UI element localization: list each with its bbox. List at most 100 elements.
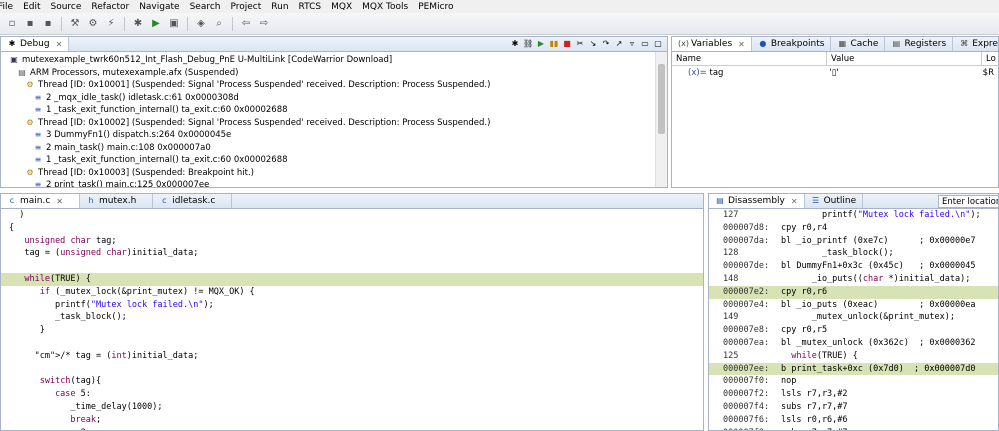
- debug-tree-label: 2 _mqx_idle_task() idletask.c:61 0x00003…: [46, 92, 239, 103]
- tab-variables[interactable]: (x) Variables ✕: [672, 37, 752, 51]
- disconnect-icon[interactable]: ✂: [575, 39, 585, 49]
- disassembly-instruction: _mutex_unlock(&print_mutex);: [781, 312, 955, 323]
- disassembly-tabstrip: ▤ Disassembly ✕ ☰Outline Enter location h: [709, 194, 998, 209]
- close-icon[interactable]: ✕: [791, 197, 798, 206]
- clean-icon[interactable]: ⚙: [85, 16, 101, 32]
- disassembly-line: 000007ee: b print_task+0xc (0x7d0) ; 0x00…: [709, 362, 998, 376]
- step-over-icon[interactable]: ↷: [601, 39, 611, 49]
- disassembly-instruction: b print_task+0xc (0x7d0) ; 0x000007d0: [781, 363, 976, 374]
- menu-edit[interactable]: Edit: [18, 2, 45, 12]
- variable-row[interactable]: (x)= tag '▯' $R: [672, 66, 998, 79]
- disassembly-line: 000007f2: lsls r7,r3,#2: [709, 388, 998, 401]
- disassembly-address: 128: [723, 248, 739, 259]
- tab-label: idletask.c: [172, 196, 216, 206]
- disassembly-address: 000007d8:: [723, 222, 770, 233]
- debug-tree-item[interactable]: ≡ 2 print_task() main.c:125 0x000007ee: [9, 179, 667, 187]
- tab-main-c[interactable]: c main.c ✕: [1, 194, 80, 208]
- menu-mqx-tools[interactable]: MQX Tools: [357, 2, 413, 12]
- menu-run[interactable]: Run: [266, 2, 293, 12]
- run-icon[interactable]: ▶: [148, 16, 164, 32]
- terminate-icon[interactable]: ■: [562, 39, 572, 49]
- debug-scrollbar[interactable]: [655, 52, 667, 187]
- save-all-icon[interactable]: ▪: [40, 16, 56, 32]
- search-icon[interactable]: ⌕: [211, 16, 227, 32]
- flash-icon[interactable]: ⚡: [103, 16, 119, 32]
- minimize-icon[interactable]: ▭: [640, 39, 650, 49]
- debug-tree-item[interactable]: ▣ mutexexample_twrk60n512_Int_Flash_Debug…: [9, 54, 667, 67]
- variables-view: (x) Variables ✕ ● Breakpoints ▦ Cache ▤ Register…: [671, 36, 999, 188]
- col-value-header[interactable]: Value: [827, 52, 982, 65]
- debug-tree-item[interactable]: ▤ ARM Processors, mutexexample.afx (Suspe…: [9, 67, 667, 80]
- thread-icon: ⚙: [26, 80, 34, 89]
- menu-refactor[interactable]: Refactor: [86, 2, 134, 12]
- menu-mqx[interactable]: MQX: [326, 2, 357, 12]
- build-icon[interactable]: ⚒: [67, 16, 83, 32]
- close-icon[interactable]: ✕: [56, 197, 63, 206]
- stack-frame-icon: ≡: [34, 155, 42, 164]
- view-menu-icon[interactable]: ▿: [627, 39, 637, 49]
- scrollbar-thumb[interactable]: [658, 64, 665, 134]
- external-tools-icon[interactable]: ▣: [166, 16, 182, 32]
- debug-tree-item[interactable]: ⚙ Thread [ID: 0x10003] (Suspended: Breakp…: [9, 167, 667, 180]
- tab-debug[interactable]: ✱ Debug ✕: [1, 37, 70, 51]
- cache-icon: ▦: [838, 39, 847, 48]
- tab-outline[interactable]: ☰ Outline: [805, 194, 864, 208]
- tab-mutex-h[interactable]: h mutex.h: [80, 194, 154, 208]
- debug-tree-item[interactable]: ≡ 2 main_task() main.c:108 0x000007a0: [9, 142, 667, 155]
- code-line: ): [9, 210, 25, 220]
- code-line: printf("Mutex lock failed.\n");: [9, 299, 214, 310]
- new-icon[interactable]: ▫: [4, 16, 20, 32]
- debug-tree-label: ARM Processors, mutexexample.afx (Suspen…: [30, 67, 239, 78]
- debug-tree-item[interactable]: ≡ 2 _mqx_idle_task() idletask.c:61 0x0000…: [9, 92, 667, 105]
- tab-cache[interactable]: ▦ Cache: [831, 37, 886, 51]
- forward-icon[interactable]: ⇨: [256, 16, 272, 32]
- step-return-icon[interactable]: ↗: [614, 39, 624, 49]
- menu-source[interactable]: Source: [46, 2, 87, 12]
- tab-registers[interactable]: ▤ Registers: [885, 37, 954, 51]
- code-editor[interactable]: ) { unsigned char tag; tag = (unsigned ch…: [1, 209, 703, 430]
- menu-rtcs[interactable]: RTCS: [294, 2, 327, 12]
- menu-pemicro[interactable]: PEMicro: [413, 2, 458, 12]
- disassembly-address: 000007e2:: [723, 286, 770, 297]
- maximize-icon[interactable]: ▢: [653, 39, 663, 49]
- remove-terminated-icon[interactable]: ✱: [510, 39, 520, 49]
- variable-name: (x)= tag: [672, 68, 825, 78]
- disassembly-instruction: _task_block();: [781, 248, 894, 259]
- code-line: unsigned char tag;: [24, 235, 117, 246]
- connect-icon[interactable]: ⛓: [523, 39, 533, 49]
- tab-idletask-c[interactable]: c idletask.c: [153, 194, 233, 208]
- disassembly-instruction: bl _io_printf (0xe7c) ; 0x00000e7: [781, 235, 976, 246]
- disassembly-line: 148 _io_puts((char *)initial_data);: [709, 273, 998, 286]
- menu-navigate[interactable]: Navigate: [134, 2, 184, 12]
- col-location-header[interactable]: Lo: [982, 52, 998, 65]
- debug-tree-item[interactable]: ≡ 3 DummyFn1() dispatch.s:264 0x0000045e: [9, 129, 667, 142]
- debug-tree-item[interactable]: ≡ 1 _task_exit_function_internal() ta_exi…: [9, 104, 667, 117]
- disassembly-line: 000007f8:subs r7,r7,#7: [709, 427, 998, 430]
- debug-tree-item[interactable]: ⚙ Thread [ID: 0x10002] (Suspended: Signal…: [9, 117, 667, 130]
- menu-project[interactable]: Project: [225, 2, 266, 12]
- save-icon[interactable]: ▪: [22, 16, 38, 32]
- debug-icon[interactable]: ✱: [130, 16, 146, 32]
- tab-disassembly[interactable]: ▤ Disassembly ✕: [709, 194, 805, 208]
- suspend-icon[interactable]: ▮▮: [549, 39, 559, 49]
- step-into-icon[interactable]: ↘: [588, 39, 598, 49]
- debug-tree-item[interactable]: ⚙ Thread [ID: 0x10001] (Suspended: Signal…: [9, 79, 667, 92]
- disassembly-line: 000007da: bl _io_printf (0xe7c) ; 0x00000…: [709, 235, 998, 248]
- tab-expressions[interactable]: ⌘Expressions: [953, 37, 998, 51]
- resume-icon[interactable]: ▶: [536, 39, 546, 49]
- debug-tree-item[interactable]: ≡ 1 _task_exit_function_internal() ta_exi…: [9, 154, 667, 167]
- outline-icon: ☰: [811, 196, 820, 205]
- c-file-icon: h: [88, 196, 94, 205]
- tab-breakpoints[interactable]: ● Breakpoints: [752, 37, 832, 51]
- close-icon[interactable]: ✕: [56, 40, 63, 49]
- editor-tabstrip: c main.c ✕ h mutex.h c idletask.c: [1, 194, 703, 209]
- menu-bar: FileEditSourceRefactorNavigateSearchProj…: [0, 0, 999, 13]
- menu-file[interactable]: File: [0, 2, 18, 12]
- close-icon[interactable]: ✕: [738, 40, 745, 49]
- open-type-icon[interactable]: ◈: [193, 16, 209, 32]
- menu-search[interactable]: Search: [185, 2, 226, 12]
- back-icon[interactable]: ⇦: [238, 16, 254, 32]
- col-name-header[interactable]: Name: [672, 52, 827, 65]
- location-input[interactable]: Enter location h: [938, 195, 998, 208]
